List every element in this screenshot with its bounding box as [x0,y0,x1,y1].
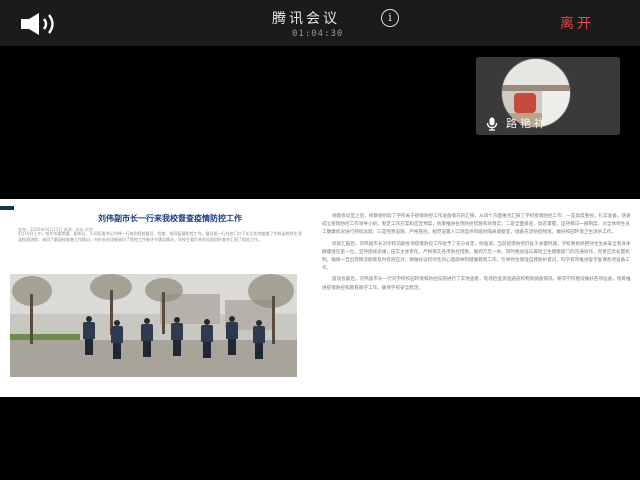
participant-name: 路艳祥 [506,117,548,130]
meeting-top-bar: 腾讯会议 i 01:04:30 离开 [0,0,640,46]
shared-screen-document: 刘伟副市长一行来我校督查疫情防控工作 发布：2020年04月12日 来源：本站 … [0,199,640,397]
article-photo [10,274,297,377]
leave-button[interactable]: 离开 [560,13,594,33]
article-paragraph: 听取汇报后，刘伟副市长对学校前期各项疫情防控工作给予了充分肯定，他强调，当前疫情… [322,241,631,272]
info-icon[interactable]: i [381,9,399,27]
speaker-icon[interactable] [20,12,60,36]
article-paragraph: 座谈会最后，刘伟副市长一行对学校校园环境和防控设施进行了实地查看，现场检查测温通… [322,277,631,291]
article-title: 刘伟副市长一行来我校督查疫情防控工作 [98,214,242,223]
participant-video-tile[interactable]: 路艳祥 [476,57,620,135]
article-paragraph: 视察会议室之后，视察组听取了学校关于疫情防控工作准备情况的汇报，从四个方面重点汇… [322,214,631,236]
meeting-title: 腾讯会议 [272,11,340,27]
stage-background [0,397,640,480]
microphone-icon [486,117,498,131]
meeting-timer: 01:04:30 [292,29,344,39]
article-body: 视察会议室之后，视察组听取了学校关于疫情防控工作准备情况的汇报，从四个方面重点汇… [322,213,634,395]
article-intro: 4月10日上午，哈尔市委常委、副市长、大同区委书记刘伟一行来到我校督导、检查、指… [18,231,302,242]
doc-section-marker [0,206,14,210]
